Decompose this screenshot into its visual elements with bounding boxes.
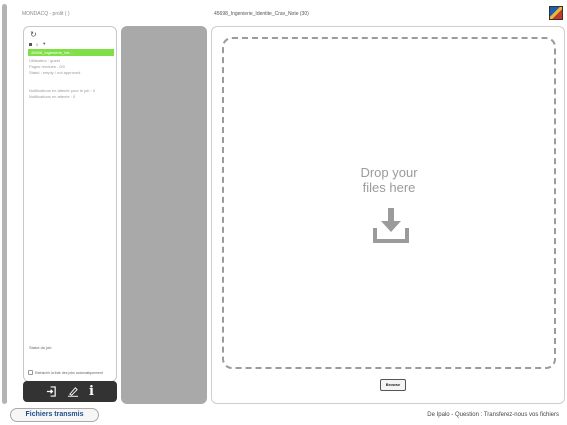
job-info-pages: Pages rendues : 0/0 [29,64,65,69]
job-title: 45698_Ingenierie_Identite_Crav_Note (30) [214,11,309,17]
square-icon[interactable] [29,42,32,46]
download-icon [373,208,409,243]
app-window: MONDACQ - prolit ( ) 45698_Ingenierie_Id… [0,0,567,425]
refresh-icon[interactable]: ↻ [30,31,37,39]
info-button[interactable]: i [89,385,94,398]
browse-button[interactable]: Browse [380,379,406,391]
job-info-status: Statut : empty / not approved [29,70,81,75]
job-list-panel: ↻ 0 ▼ 45698_Ingenierie_Ide... Utilisateu… [23,26,117,382]
action-toolbar: i [23,381,117,402]
file-drop-zone[interactable]: Drop your files here [222,37,556,369]
caret-down-icon[interactable]: ▼ [42,42,46,46]
job-list-toolbar: 0 ▼ [29,41,46,47]
job-count: 0 [36,41,39,47]
auto-refresh-option[interactable]: Rafraichir la liste des jobs automatique… [28,370,103,375]
tab-fichiers-transmis[interactable]: Fichiers transmis [10,408,99,422]
header-user-title: MONDACQ - prolit ( ) [22,11,70,17]
job-list-item-selected[interactable]: 45698_Ingenierie_Ide... [28,49,114,56]
window-scrollbar[interactable] [2,4,7,404]
logout-icon[interactable] [46,386,57,397]
auto-refresh-checkbox[interactable] [28,370,33,375]
drop-zone-text-line2: files here [362,180,416,195]
footer-status-text: De Ipalo - Question : Transferez-nous vo… [427,412,559,418]
auto-refresh-label: Rafraichir la liste des jobs automatique… [35,370,103,375]
sign-edit-icon[interactable] [67,386,79,397]
drop-zone-text-line1: Drop your [360,165,418,180]
preview-panel [121,26,207,404]
app-logo-icon [549,6,563,20]
job-info-notifications-job: Notifications en attente pour le job : 0 [29,88,96,93]
job-info-user: Utilisateur : guest [29,58,60,63]
upload-panel: Drop your files here Browse [211,26,565,404]
job-status-label: Statut du job [29,345,52,350]
job-info-notifications: Notifications en attente : 0 [29,94,76,99]
